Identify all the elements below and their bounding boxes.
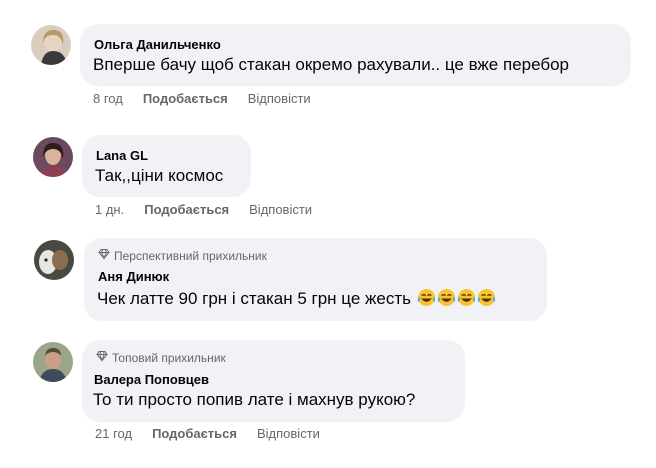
avatar[interactable] <box>34 240 74 280</box>
reply-button[interactable]: Відповісти <box>257 426 320 441</box>
fan-badge[interactable]: Топовий прихильник <box>96 350 226 365</box>
like-button[interactable]: Подобається <box>143 91 228 106</box>
comment-author[interactable]: Lana GL <box>96 148 148 163</box>
comment-author[interactable]: Ольга Данильченко <box>94 37 221 52</box>
comment-bubble: Lana GL Так,,ціни космос <box>82 135 251 197</box>
comment-author[interactable]: Аня Динюк <box>98 269 169 284</box>
comment-time[interactable]: 8 год <box>93 91 123 106</box>
badge-label: Перспективний прихильник <box>114 248 267 263</box>
comment-text: Так,,ціни космос <box>95 166 224 185</box>
comment-author[interactable]: Валера Поповцев <box>94 372 209 387</box>
fan-badge[interactable]: Перспективний прихильник <box>98 248 267 263</box>
like-button[interactable]: Подобається <box>144 202 229 217</box>
comment-text: То ти просто попив лате і махнув рукою? <box>93 390 416 409</box>
diamond-icon <box>96 350 108 365</box>
comment-actions: 1 дн. Подобається Відповісти <box>95 202 312 217</box>
avatar[interactable] <box>33 342 73 382</box>
comment-text: Чек латте 90 грн і стакан 5 грн це жесть <box>97 289 411 308</box>
comment-text: Вперше бачу щоб стакан окремо рахували..… <box>93 55 570 74</box>
comment-time[interactable]: 21 год <box>95 426 132 441</box>
reply-button[interactable]: Відповісти <box>249 202 312 217</box>
face-with-tears-of-joy-icon <box>437 288 456 307</box>
comment-actions: 8 год Подобається Відповісти <box>93 91 311 106</box>
face-with-tears-of-joy-icon <box>457 288 476 307</box>
badge-label: Топовий прихильник <box>112 350 226 365</box>
diamond-icon <box>98 248 110 263</box>
comment-bubble: Топовий прихильник Валера Поповцев То ти… <box>82 340 465 422</box>
avatar[interactable] <box>33 137 73 177</box>
comment-bubble: Перспективний прихильник Аня Динюк Чек л… <box>84 238 547 321</box>
comment-text-row: Чек латте 90 грн і стакан 5 грн це жесть <box>97 288 496 309</box>
reply-button[interactable]: Відповісти <box>248 91 311 106</box>
avatar[interactable] <box>31 25 71 65</box>
comment-bubble: Ольга Данильченко Вперше бачу щоб стакан… <box>80 24 631 86</box>
comment-time[interactable]: 1 дн. <box>95 202 124 217</box>
face-with-tears-of-joy-icon <box>417 288 436 307</box>
like-button[interactable]: Подобається <box>152 426 237 441</box>
comment-actions: 21 год Подобається Відповісти <box>95 426 320 441</box>
face-with-tears-of-joy-icon <box>477 288 496 307</box>
